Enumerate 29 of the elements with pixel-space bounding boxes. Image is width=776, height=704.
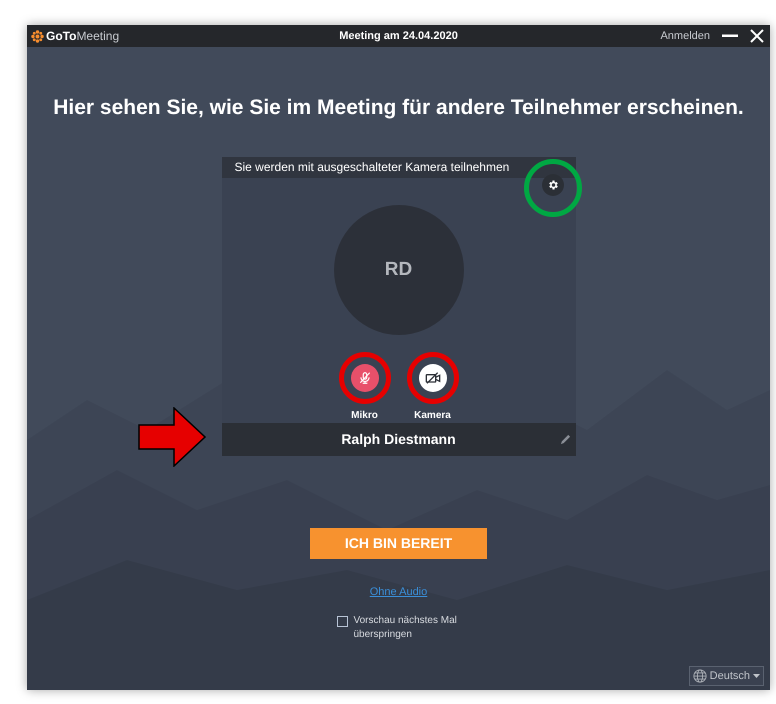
participant-name: Ralph Diestmann: [341, 430, 456, 449]
notice-text: Sie werden mit ausgeschalteter Kamera teilnehmen: [234, 159, 510, 176]
highlight-ring: [338, 352, 390, 404]
control-label: Mikro: [351, 408, 378, 423]
microphone-button[interactable]: [350, 364, 378, 392]
logo-icon: [31, 30, 44, 42]
app-logo: GoToMeeting: [46, 28, 120, 45]
globe-icon: [692, 669, 707, 683]
language-selector[interactable]: Deutsch: [688, 666, 764, 686]
no-audio-link[interactable]: Ohne Audio: [370, 584, 428, 600]
muted-microphone-icon: [358, 370, 372, 385]
minimize-icon[interactable]: [722, 34, 738, 38]
checkbox-label: Vorschau nächstes Mal überspringen: [354, 614, 458, 642]
camera-button[interactable]: [418, 364, 446, 392]
settings-button[interactable]: [542, 174, 564, 196]
pencil-icon[interactable]: [560, 434, 570, 445]
headline: Hier sehen Sie, wie Sie im Meeting für andere Teilnehmer erscheinen.: [53, 95, 744, 121]
camera-off-icon: [424, 370, 440, 385]
dropdown-icon: [753, 674, 760, 678]
window-title: Meeting am 24.04.2020: [338, 28, 459, 44]
highlight-ring: [406, 352, 458, 404]
pointer-arrow: [138, 406, 206, 466]
avatar-initials: RD: [384, 258, 412, 282]
close-icon[interactable]: [750, 29, 764, 43]
settings-icon: [546, 178, 558, 190]
checkbox[interactable]: [336, 616, 348, 627]
control-label: Kamera: [414, 408, 451, 423]
sign-in-link[interactable]: Anmelden: [660, 28, 710, 44]
highlight-ring: [524, 158, 582, 216]
